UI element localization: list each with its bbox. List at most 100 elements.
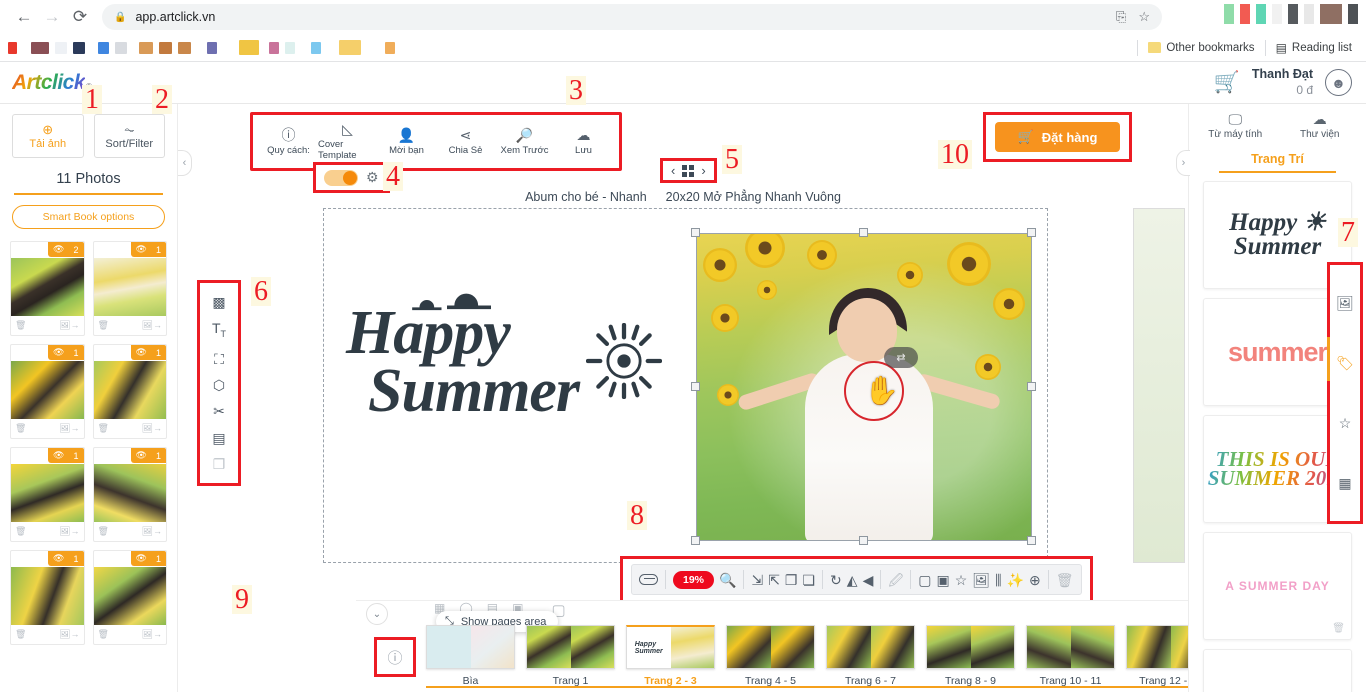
photo-card[interactable]: 👁 1 🗑 🖼→: [10, 447, 85, 542]
bookmark-item[interactable]: [8, 41, 17, 54]
trash-icon[interactable]: 🗑: [1332, 623, 1345, 634]
text-tool-icon[interactable]: TT: [212, 321, 226, 339]
shadow-light-icon[interactable]: ▢: [918, 573, 931, 587]
page-thumbnail-image[interactable]: Happy Summer: [626, 625, 715, 669]
bookmark-item[interactable]: [115, 41, 127, 54]
image-replace-icon[interactable]: 🖼: [972, 573, 990, 587]
page-thumbnail-image[interactable]: [426, 625, 515, 669]
bookmark-item[interactable]: [159, 41, 172, 54]
resize-handle-tr[interactable]: [1027, 228, 1036, 237]
page-thumbnail[interactable]: Trang 8 - 9: [926, 625, 1015, 687]
rotate-icon[interactable]: ↻: [830, 573, 842, 587]
decoration-card-a-summer-day-blue[interactable]: A SUMMER DAY🗑: [1203, 649, 1352, 692]
page-thumbnail[interactable]: Trang 6 - 7: [826, 625, 915, 687]
ext-icon-5[interactable]: [1288, 4, 1298, 24]
duplicate-page-icon[interactable]: ❐: [213, 457, 226, 471]
sticker-panel-icon[interactable]: 🏷: [1336, 355, 1354, 372]
photo-card[interactable]: 👁 1 🗑 🖼→: [92, 344, 167, 439]
send-back-icon[interactable]: ❏: [802, 573, 815, 587]
move-to-page-icon[interactable]: 🖼→: [59, 526, 79, 537]
photo-card[interactable]: 👁 1 🗑 🖼→: [92, 550, 167, 645]
photo-card[interactable]: 👁 2 🗑 🖼→: [10, 241, 85, 336]
bookmark-item[interactable]: [73, 41, 85, 54]
page-thumbnail[interactable]: Trang 10 - 11: [1026, 625, 1115, 687]
photo-thumbnail[interactable]: [11, 464, 84, 522]
trash-icon[interactable]: 🗑: [98, 423, 109, 434]
happy-summer-artwork[interactable]: Happy Summer: [346, 293, 666, 422]
move-to-page-icon[interactable]: 🖼→: [59, 320, 79, 331]
reload-icon[interactable]: ⟳: [66, 3, 94, 31]
toolbar-item-cover-template[interactable]: ◺ Cover Template: [318, 119, 377, 164]
page-thumbnail-image[interactable]: [526, 625, 615, 669]
resize-handle-tc[interactable]: [859, 228, 868, 237]
trash-icon[interactable]: 🗑: [1056, 573, 1074, 587]
trash-icon[interactable]: 🗑: [15, 629, 26, 640]
forward-icon[interactable]: →: [38, 3, 66, 31]
trash-icon[interactable]: 🗑: [15, 320, 26, 331]
share-icon[interactable]: ⎘: [1116, 9, 1126, 25]
decoration-card-a-summer-day-pink[interactable]: A SUMMER DAY 🗑: [1203, 532, 1352, 640]
cart-icon[interactable]: 🛒: [1214, 71, 1240, 95]
move-to-page-icon[interactable]: 🖼→: [59, 423, 79, 434]
resize-handle-tl[interactable]: [691, 228, 700, 237]
photo-thumbnail[interactable]: [11, 258, 84, 316]
collapse-pages-button[interactable]: ⌄: [366, 603, 388, 625]
source-tab-cloud[interactable]: ☁ Thư viện: [1278, 112, 1363, 140]
resize-handle-bc[interactable]: [859, 536, 868, 545]
avatar[interactable]: ☻: [1325, 69, 1352, 96]
gear-icon[interactable]: ⚙: [366, 169, 379, 186]
photo-card[interactable]: 👁 1 🗑 🖼→: [10, 550, 85, 645]
scissors-icon[interactable]: ✂: [213, 404, 225, 418]
page-thumbnail-image[interactable]: [826, 625, 915, 669]
photo-card[interactable]: 👁 1 🗑 🖼→: [92, 447, 167, 542]
flip-vertical-icon[interactable]: ◀: [863, 573, 874, 587]
page-thumbnail-image[interactable]: [1026, 625, 1115, 669]
flip-horizontal-icon[interactable]: ◭: [847, 573, 858, 587]
photo-thumbnail[interactable]: [93, 361, 166, 419]
bookmark-item[interactable]: [385, 41, 395, 54]
bring-front-icon[interactable]: ❐: [785, 573, 798, 587]
ext-icon-3[interactable]: [1256, 4, 1266, 24]
box-3d-icon[interactable]: ⬡: [213, 378, 225, 392]
trash-icon[interactable]: 🗑: [98, 526, 109, 537]
sort-filter-button[interactable]: ⏦ Sort/Filter: [93, 114, 165, 158]
eyedropper-icon[interactable]: 🖉: [888, 573, 903, 587]
ext-icon-1[interactable]: [1224, 4, 1234, 24]
page-layout-icon[interactable]: ▤: [212, 431, 225, 445]
resize-handle-br[interactable]: [1027, 536, 1036, 545]
photo-card[interactable]: 👁 1 🗑 🖼→: [92, 241, 167, 336]
page-thumbnail-image[interactable]: [926, 625, 1015, 669]
star-shape-icon[interactable]: ☆: [955, 573, 968, 587]
ext-icon-2[interactable]: [1240, 4, 1250, 24]
link-icon[interactable]: [639, 574, 658, 585]
image-panel-icon[interactable]: 🖼: [1336, 295, 1354, 312]
upload-photos-button[interactable]: ⊕ Tải ảnh: [12, 114, 84, 158]
photo-thumbnail[interactable]: [93, 464, 166, 522]
trash-icon[interactable]: 🗑: [98, 629, 109, 640]
bookmark-item[interactable]: [285, 41, 295, 54]
bookmark-item[interactable]: [239, 40, 259, 55]
plus-circle-icon[interactable]: ⊕: [1029, 573, 1041, 587]
move-to-page-icon[interactable]: 🖼→: [142, 320, 162, 331]
grid-view-icon[interactable]: [682, 164, 695, 177]
page-spread-canvas[interactable]: Happy Summer ✋ ⇄: [323, 208, 1048, 563]
toolbar-item-xem-tr-c[interactable]: 🔎 Xem Trước: [495, 119, 554, 164]
collapse-right-panel-button[interactable]: ›: [1176, 150, 1190, 176]
move-to-page-icon[interactable]: 🖼→: [59, 629, 79, 640]
move-to-page-icon[interactable]: 🖼→: [142, 629, 162, 640]
star-icon[interactable]: ☆: [1138, 9, 1150, 25]
zoom-percent-badge[interactable]: 19%: [673, 570, 715, 589]
star-panel-icon[interactable]: ☆: [1339, 415, 1352, 432]
crop-frame-icon[interactable]: ⛶: [214, 352, 224, 366]
photo-thumbnail[interactable]: [11, 567, 84, 625]
qr-code-icon[interactable]: ▩: [212, 295, 225, 309]
next-page-button[interactable]: ›: [701, 163, 705, 178]
bookmark-item[interactable]: [31, 41, 49, 54]
bookmark-item[interactable]: [178, 41, 191, 54]
bookmark-item[interactable]: [139, 41, 153, 54]
page-thumbnail-image[interactable]: [726, 625, 815, 669]
bookmark-item[interactable]: [55, 41, 67, 54]
border-icon[interactable]: ▣: [937, 573, 950, 587]
grid-panel-icon[interactable]: ▦: [1338, 475, 1351, 492]
address-bar[interactable]: 🔒 app.artclick.vn ⎘ ☆: [102, 4, 1162, 30]
